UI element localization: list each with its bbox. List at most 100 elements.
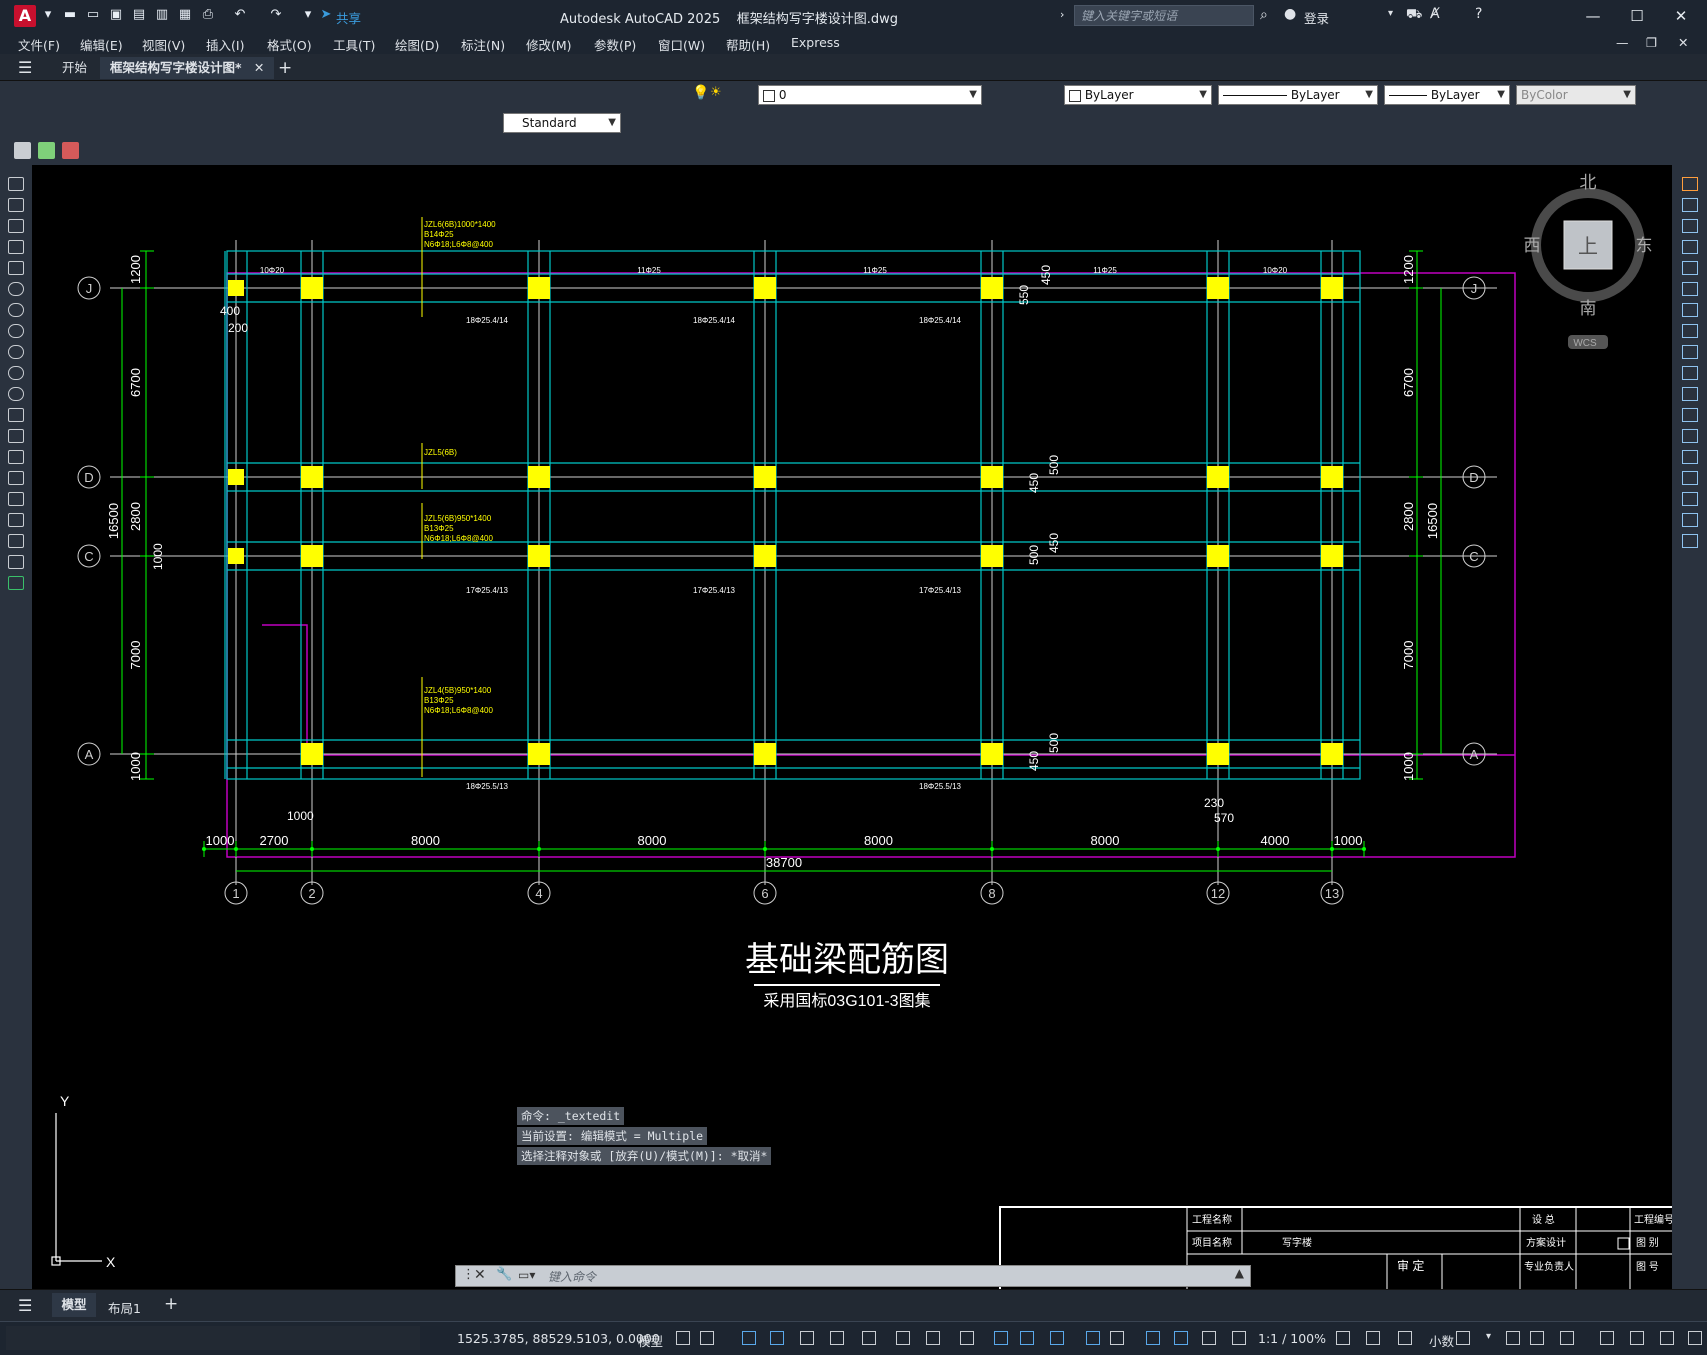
layout-menu-icon[interactable]: ☰ — [18, 1296, 32, 1315]
gradient-tool-icon[interactable] — [8, 492, 24, 506]
annotation-scale[interactable]: 1:1 / 100% — [1258, 1331, 1326, 1346]
dimstyle-dropdown[interactable]: Standard ▼ — [503, 113, 621, 133]
minimize-window-button[interactable]: — — [1578, 6, 1608, 26]
revision-cloud-tool-icon[interactable] — [8, 324, 24, 338]
status-toggle-16-icon[interactable] — [1146, 1331, 1160, 1345]
tab-model[interactable]: 模型 — [52, 1293, 96, 1317]
line-tool-icon[interactable] — [8, 177, 24, 191]
viewcube-west-label[interactable]: 西 — [1524, 236, 1541, 255]
status-toggle-21-icon[interactable] — [1366, 1331, 1380, 1345]
make-block-tool-icon[interactable] — [8, 429, 24, 443]
copy-tool-icon[interactable] — [1682, 198, 1698, 212]
break-at-point-tool-icon[interactable] — [1682, 408, 1698, 422]
viewcube-north-label[interactable]: 北 — [1580, 173, 1597, 192]
layer-dropdown[interactable]: 0 ▼ — [758, 85, 982, 105]
polyline-tool-icon[interactable] — [8, 219, 24, 233]
status-toggle-12-icon[interactable] — [1020, 1331, 1034, 1345]
login-button[interactable]: 登录 — [1304, 8, 1329, 27]
share-button[interactable]: 共享 — [336, 8, 361, 27]
spline-tool-icon[interactable] — [8, 345, 24, 359]
status-toggle-13-icon[interactable] — [1050, 1331, 1064, 1345]
tab-drawing[interactable]: 框架结构写字楼设计图* ✕ — [100, 57, 275, 79]
status-toggle-10-icon[interactable] — [960, 1331, 974, 1345]
status-toggle-30-icon[interactable] — [1688, 1331, 1702, 1345]
units-dropdown[interactable]: 小数 — [1429, 1331, 1454, 1350]
move-tool-icon[interactable] — [1682, 282, 1698, 296]
table-edit-icon[interactable] — [38, 142, 55, 159]
search-icon[interactable]: ⌕ — [1260, 7, 1268, 23]
ellipse-tool-icon[interactable] — [8, 366, 24, 380]
command-recent-icon[interactable]: ▭▾ — [518, 1268, 535, 1282]
join-tool-icon[interactable] — [1682, 450, 1698, 464]
menu-draw[interactable]: 绘图(D) — [395, 35, 439, 54]
trim-tool-icon[interactable] — [1682, 366, 1698, 380]
scale-tool-icon[interactable] — [1682, 324, 1698, 338]
new-tab-button[interactable]: + — [268, 57, 302, 79]
model-space-button[interactable]: 模型 — [638, 1331, 663, 1350]
multiline-text-tool-icon[interactable] — [8, 555, 24, 569]
status-toggle-9-icon[interactable] — [926, 1331, 940, 1345]
hatch-tool-icon[interactable] — [8, 471, 24, 485]
explode-tool-icon[interactable] — [1682, 534, 1698, 548]
status-toggle-26-icon[interactable] — [1560, 1331, 1574, 1345]
break-tool-icon[interactable] — [1682, 429, 1698, 443]
status-toggle-5-icon[interactable] — [800, 1331, 814, 1345]
app-menu-chevron-icon[interactable]: ▾ — [40, 7, 56, 23]
menu-dimension[interactable]: 标注(N) — [461, 35, 505, 54]
menu-file[interactable]: 文件(F) — [18, 35, 60, 54]
status-toggle-17-icon[interactable] — [1174, 1331, 1188, 1345]
circle-tool-icon[interactable] — [8, 303, 24, 317]
blend-tool-icon[interactable] — [1682, 513, 1698, 527]
rotate-tool-icon[interactable] — [1682, 303, 1698, 317]
menu-parametric[interactable]: 参数(P) — [594, 35, 636, 54]
status-toggle-29-icon[interactable] — [1660, 1331, 1674, 1345]
add-selected-tool-icon[interactable] — [8, 576, 24, 590]
stretch-tool-icon[interactable] — [1682, 345, 1698, 359]
layer-thaw-icon[interactable]: ☀ — [710, 85, 722, 100]
insert-block-tool-icon[interactable] — [8, 408, 24, 422]
menu-modify[interactable]: 修改(M) — [526, 35, 572, 54]
command-line[interactable]: ⋮ ✕ 🔧 ▭▾ 键入命令 ▲ — [455, 1265, 1251, 1287]
doc-minimize-button[interactable]: — — [1616, 35, 1629, 50]
user-icon[interactable]: ● — [1284, 6, 1296, 22]
status-toggle-15-icon[interactable] — [1110, 1331, 1124, 1345]
menu-format[interactable]: 格式(O) — [267, 35, 312, 54]
region-tool-icon[interactable] — [8, 513, 24, 527]
share-icon[interactable]: ➤ — [318, 7, 334, 23]
tab-close-icon[interactable]: ✕ — [254, 60, 264, 75]
status-toggle-3-icon[interactable] — [742, 1331, 756, 1345]
login-chevron-icon[interactable]: ▾ — [1388, 8, 1393, 19]
help-icon[interactable]: ? — [1475, 6, 1482, 22]
menu-window[interactable]: 窗口(W) — [658, 35, 705, 54]
viewcube[interactable]: 上 北 南 西 东 WCS — [1524, 173, 1653, 349]
polygon-tool-icon[interactable] — [8, 240, 24, 254]
status-toggle-25-icon[interactable] — [1530, 1331, 1544, 1345]
menu-tools[interactable]: 工具(T) — [333, 35, 375, 54]
search-expand-icon[interactable]: › — [1060, 8, 1064, 21]
mirror-tool-icon[interactable] — [1682, 219, 1698, 233]
undo-icon[interactable]: ↶ — [232, 7, 248, 23]
menu-view[interactable]: 视图(V) — [142, 35, 185, 54]
new-layout-button[interactable]: + — [164, 1294, 178, 1314]
array-tool-icon[interactable] — [1682, 261, 1698, 275]
plotstyle-dropdown[interactable]: ByColor ▼ — [1516, 85, 1636, 105]
command-input[interactable]: 键入命令 — [548, 1268, 596, 1285]
layer-on-icon[interactable]: 💡 — [692, 85, 709, 101]
tab-start[interactable]: 开始 — [52, 57, 97, 79]
menu-insert[interactable]: 插入(I) — [206, 35, 244, 54]
status-toggle-23-icon[interactable] — [1456, 1331, 1470, 1345]
doc-close-button[interactable]: ✕ — [1678, 35, 1688, 50]
offset-tool-icon[interactable] — [1682, 240, 1698, 254]
status-toggle-19-icon[interactable] — [1232, 1331, 1246, 1345]
construction-line-tool-icon[interactable] — [8, 198, 24, 212]
save-as-icon[interactable]: ▤ — [131, 7, 147, 23]
status-toggle-18-icon[interactable] — [1202, 1331, 1216, 1345]
point-tool-icon[interactable] — [8, 450, 24, 464]
status-toggle-27-icon[interactable] — [1600, 1331, 1614, 1345]
rectangle-tool-icon[interactable] — [8, 261, 24, 275]
status-toggle-4-icon[interactable] — [770, 1331, 784, 1345]
new-file-icon[interactable]: ▬ — [62, 7, 78, 23]
viewcube-east-label[interactable]: 东 — [1636, 236, 1653, 255]
autodesk-app-icon[interactable]: Ⱥ — [1430, 6, 1440, 22]
extend-tool-icon[interactable] — [1682, 387, 1698, 401]
